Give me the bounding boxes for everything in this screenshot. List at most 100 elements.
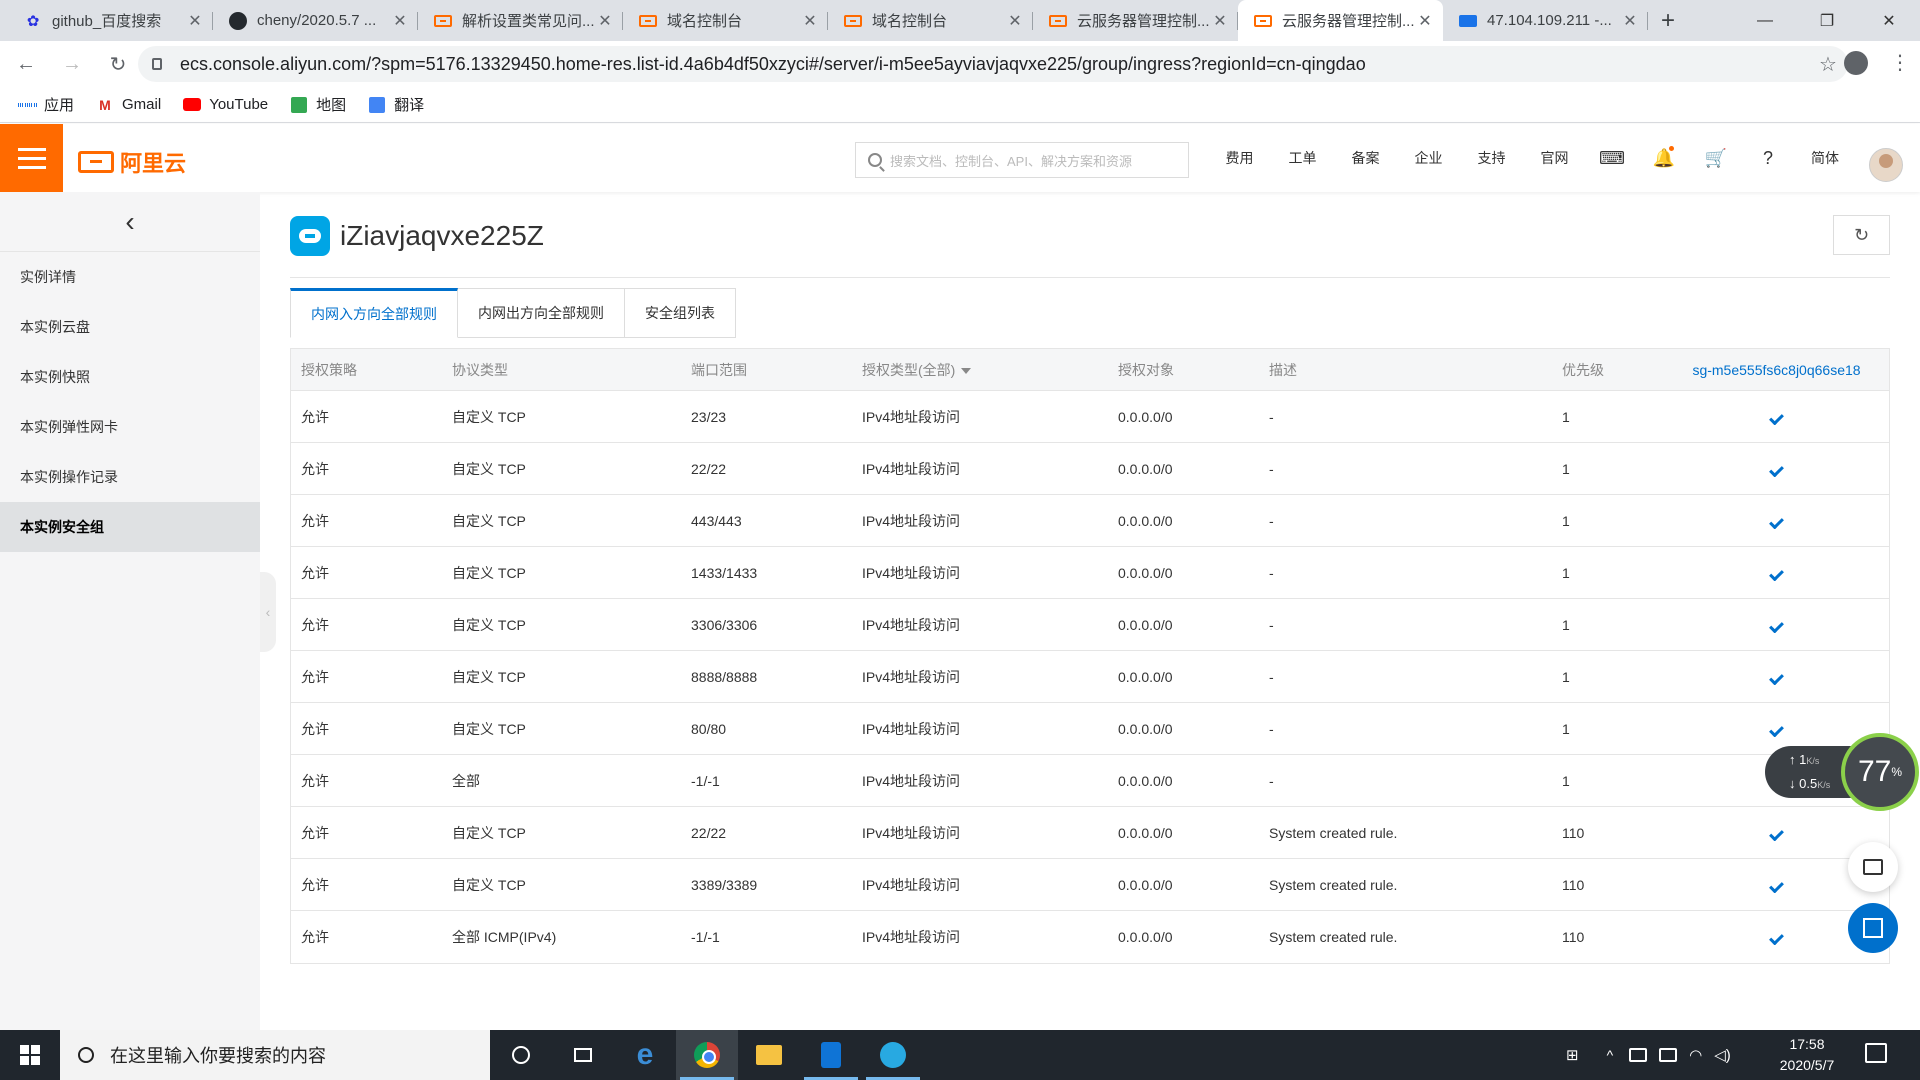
table-row: 允许 全部 ICMP(IPv4) -1/-1 IPv4地址段访问 0.0.0.0/0 Sy…	[291, 911, 1889, 963]
cell-auth-object: 0.0.0.0/0	[1118, 616, 1173, 633]
forward-button[interactable]: →	[52, 44, 92, 84]
user-avatar[interactable]	[1869, 148, 1903, 182]
browser-tab[interactable]: 47.104.109.211 -... ✕	[1443, 0, 1648, 41]
tab-close-icon[interactable]: ✕	[1622, 11, 1638, 31]
network-speed-widget[interactable]: ↑ 1K/s ↓ 0.5K/s 77%	[1765, 733, 1919, 811]
minimize-button[interactable]: —	[1734, 0, 1796, 41]
qq-icon[interactable]	[862, 1030, 924, 1080]
bookmark-star-icon[interactable]: ☆	[1808, 52, 1848, 77]
tab-close-icon[interactable]: ✕	[187, 11, 203, 31]
sidebar-item[interactable]: 实例详情	[0, 252, 260, 302]
reload-button[interactable]: ↻	[98, 44, 138, 84]
bookmarks-bar: 应用 M Gmail YouTube 地图 翻译	[0, 87, 1920, 123]
nav-official-site[interactable]: 官网	[1523, 148, 1586, 168]
bookmark-apps[interactable]: 应用	[18, 94, 74, 115]
address-bar[interactable]: ecs.console.aliyun.com/?spm=5176.1332945…	[138, 46, 1848, 82]
bookmark-youtube[interactable]: YouTube	[183, 96, 268, 114]
cell-priority: 1	[1562, 616, 1570, 633]
bookmark-gmail[interactable]: M Gmail	[96, 96, 161, 114]
browser-tab[interactable]: cheny/2020.5.7 ... ✕	[213, 0, 418, 41]
terminal-icon[interactable]: ⌨	[1586, 148, 1638, 169]
edge-icon[interactable]: e	[614, 1030, 676, 1080]
hamburger-menu-icon[interactable]	[0, 124, 63, 192]
language-switch[interactable]: 简体	[1794, 148, 1856, 168]
sidebar-collapse-handle[interactable]: ‹	[260, 572, 276, 652]
browser-tab[interactable]: 云服务器管理控制... ✕	[1033, 0, 1238, 41]
tray-expand-icon[interactable]: ^	[1607, 1047, 1614, 1063]
wifi-icon[interactable]: ◠	[1689, 1046, 1702, 1064]
task-view-icon[interactable]	[552, 1030, 614, 1080]
tab-title: 解析设置类常见问...	[462, 13, 595, 30]
tab-close-icon[interactable]: ✕	[802, 11, 818, 31]
cell-protocol: 全部	[452, 772, 480, 789]
nav-fees[interactable]: 费用	[1208, 148, 1271, 168]
system-tray: ⊞ ^ ◠ ◁)	[1566, 1030, 1737, 1080]
browser-tab[interactable]: 解析设置类常见问... ✕	[418, 0, 623, 41]
back-button[interactable]: ←	[6, 44, 46, 84]
app-grid-fab-icon[interactable]	[1848, 903, 1898, 953]
browser-tab[interactable]: ✿ github_百度搜索 ✕	[8, 0, 213, 41]
close-window-button[interactable]: ✕	[1858, 0, 1920, 41]
security-tray-icon[interactable]	[1629, 1048, 1648, 1062]
header-auth-object: 授权对象	[1118, 361, 1174, 378]
header-auth-type[interactable]: 授权类型(全部)	[852, 360, 1108, 380]
tab-close-icon[interactable]: ✕	[1417, 11, 1433, 31]
sidebar-item[interactable]: 本实例操作记录	[0, 452, 260, 502]
aliyun-icon	[639, 12, 657, 30]
tab-close-icon[interactable]: ✕	[597, 11, 613, 31]
back-chevron-icon[interactable]: ‹	[0, 192, 260, 252]
cell-auth-type: IPv4地址段访问	[862, 408, 961, 425]
sidebar-item[interactable]: 本实例快照	[0, 352, 260, 402]
sidebar-item[interactable]: 本实例弹性网卡	[0, 402, 260, 452]
cart-icon[interactable]: 🛒	[1690, 148, 1742, 169]
cell-auth-object: 0.0.0.0/0	[1118, 876, 1173, 893]
nav-icp[interactable]: 备案	[1334, 148, 1397, 168]
tab-close-icon[interactable]: ✕	[1212, 11, 1228, 31]
cell-description: -	[1269, 668, 1274, 685]
refresh-button[interactable]: ↻	[1833, 215, 1890, 255]
new-tab-button[interactable]: +	[1648, 0, 1688, 41]
cell-auth-type: IPv4地址段访问	[862, 460, 961, 477]
tab-close-icon[interactable]: ✕	[1007, 11, 1023, 31]
browser-tab[interactable]: 域名控制台 ✕	[828, 0, 1033, 41]
cell-policy: 允许	[301, 616, 329, 633]
notification-center-icon[interactable]	[1865, 1043, 1887, 1063]
phone-app-icon[interactable]	[800, 1030, 862, 1080]
battery-icon[interactable]	[1659, 1048, 1678, 1062]
chrome-icon[interactable]	[676, 1030, 738, 1080]
feedback-chat-icon[interactable]	[1848, 842, 1898, 892]
cell-applied	[1664, 565, 1889, 581]
nav-tickets[interactable]: 工单	[1271, 148, 1334, 168]
taskbar-clock[interactable]: 17:58 2020/5/7	[1755, 1034, 1859, 1076]
cell-description: System created rule.	[1269, 824, 1398, 841]
header-port-range: 端口范围	[691, 361, 747, 378]
taskbar-search-input[interactable]: 在这里输入你要搜索的内容	[60, 1030, 490, 1080]
browser-tab[interactable]: 域名控制台 ✕	[623, 0, 828, 41]
browser-menu-icon[interactable]: ⋮	[1890, 49, 1910, 77]
nav-enterprise[interactable]: 企业	[1397, 148, 1460, 168]
nav-support[interactable]: 支持	[1460, 148, 1523, 168]
maximize-button[interactable]: ❐	[1796, 0, 1858, 41]
sidebar-item[interactable]: 本实例安全组	[0, 502, 260, 552]
console-search-input[interactable]: 搜索文档、控制台、API、解决方案和资源	[855, 142, 1189, 178]
windows-start-icon[interactable]	[0, 1030, 60, 1080]
youtube-icon	[183, 98, 202, 111]
help-icon[interactable]: ?	[1742, 148, 1794, 169]
cortana-icon[interactable]	[490, 1030, 552, 1080]
aliyun-logo[interactable]: 阿里云	[78, 146, 186, 178]
sidebar-item[interactable]: 本实例云盘	[0, 302, 260, 352]
volume-icon[interactable]: ◁)	[1714, 1046, 1731, 1064]
tab-ingress-rules[interactable]: 内网入方向全部规则	[290, 288, 458, 338]
bell-icon[interactable]: 🔔	[1638, 145, 1690, 169]
browser-tab[interactable]: 云服务器管理控制... ✕	[1238, 0, 1443, 41]
tab-security-group-list[interactable]: 安全组列表	[625, 288, 736, 338]
bookmark-translate[interactable]: 翻译	[368, 94, 424, 115]
bookmark-maps[interactable]: 地图	[290, 94, 346, 115]
tab-egress-rules[interactable]: 内网出方向全部规则	[458, 288, 625, 338]
file-explorer-icon[interactable]	[738, 1030, 800, 1080]
ime-icon[interactable]: ⊞	[1566, 1046, 1579, 1064]
header-security-group-link[interactable]: sg-m5e555fs6c8j0q66se18	[1664, 362, 1889, 378]
cell-protocol: 自定义 TCP	[452, 824, 526, 841]
profile-avatar-icon[interactable]	[1844, 51, 1868, 75]
tab-close-icon[interactable]: ✕	[392, 11, 408, 31]
